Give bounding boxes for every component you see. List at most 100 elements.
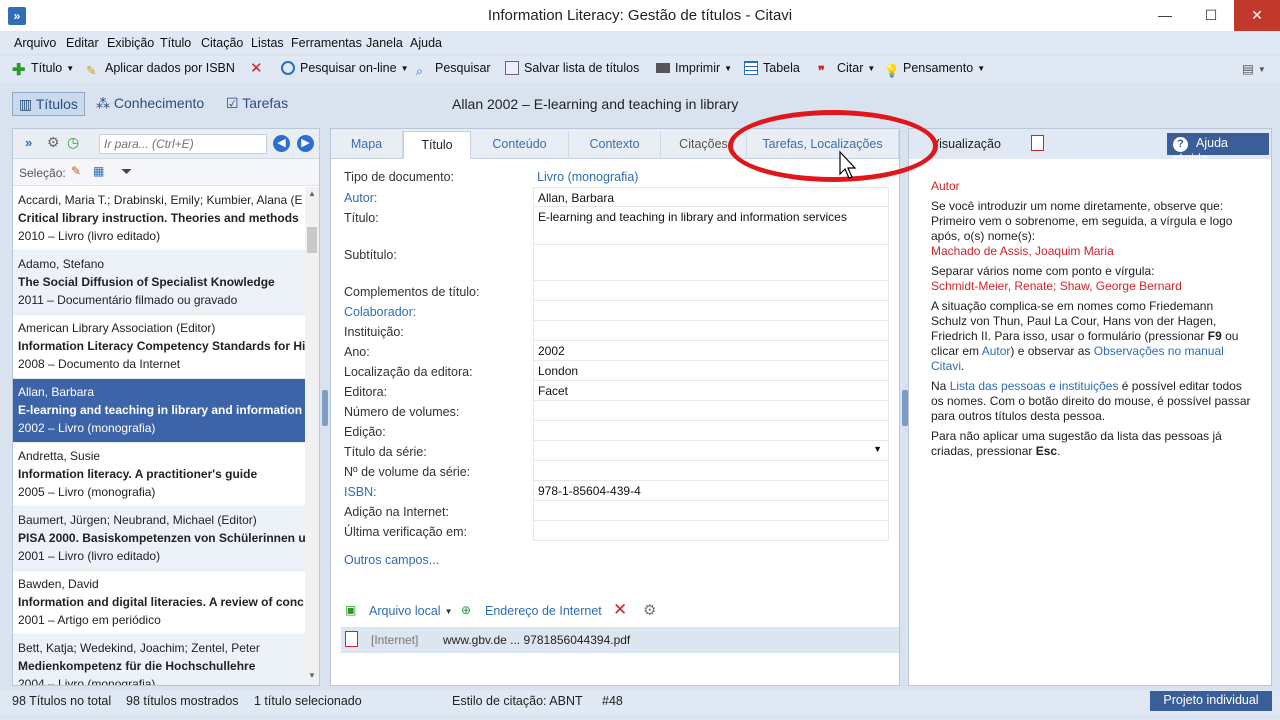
tab-contexto[interactable]: Contexto [569,131,661,159]
menu-janela[interactable]: Janela [366,36,403,50]
list-item[interactable]: Bett, Katja; Wedekind, Joachim; Zentel, … [13,635,305,685]
tab-conteudo[interactable]: Conteúdo [471,131,569,159]
status-shown: 98 títulos mostrados [126,694,239,708]
attachment-settings-icon[interactable]: ⚙ [643,601,656,619]
menu-listas[interactable]: Listas [251,36,284,50]
title-field[interactable]: E-learning and teaching in library and i… [533,207,889,245]
tab-titulo[interactable]: Título [403,131,471,159]
layout-icon[interactable]: ▤ ▼ [1242,61,1266,76]
current-reference-title: Allan 2002 – E-learning and teaching in … [452,96,739,112]
checklist-icon: ☑ [226,95,243,111]
tab-mapa[interactable]: Mapa [331,131,403,159]
list-scrollbar[interactable]: ▲ ▼ [305,187,319,685]
menu-citacao[interactable]: Citação [201,36,243,50]
scrollbar-thumb[interactable] [307,227,317,253]
list-item[interactable]: Accardi, Maria T.; Drabinski, Emily; Kum… [13,187,305,251]
author-label[interactable]: Autor: [344,191,377,205]
internet-added-field[interactable] [533,501,889,521]
last-checked-field[interactable] [533,521,889,541]
dropdown-arrow-icon[interactable]: ▼ [873,444,882,454]
persons-list-link[interactable]: Lista das pessoas e instituições [950,379,1119,393]
search-button[interactable]: ⌕ Pesquisar [416,61,491,78]
back-arrow-icon[interactable]: ◀ [273,135,290,152]
more-fields-link[interactable]: Outros campos... [344,553,439,567]
cite-button[interactable]: ❞ Citar ▼ [818,61,875,78]
remove-attachment-icon[interactable]: ✕ [613,600,627,620]
menu-exibicao[interactable]: Exibição [107,36,154,50]
list-item[interactable]: Adamo, Stefano The Social Diffusion of Sp… [13,251,305,315]
maximize-button[interactable]: ☐ [1188,0,1234,31]
volumes-label: Número de volumes: [344,405,460,419]
internet-address-button[interactable]: Endereço de Internet [485,604,602,618]
collaborator-label[interactable]: Colaborador: [344,305,416,319]
mode-tarefas-button[interactable]: ☑ Tarefas [220,92,294,116]
pdf-preview-icon[interactable] [1031,135,1044,151]
menu-titulo[interactable]: Título [160,36,191,50]
gear-icon[interactable]: ⚙ [47,134,60,151]
expand-icon[interactable]: » [25,135,32,150]
menu-ajuda[interactable]: Ajuda [410,36,442,50]
history-icon[interactable]: ◷ [67,134,79,151]
place-field[interactable]: London [533,361,889,381]
isbn-label[interactable]: ISBN: [344,485,377,499]
menu-ferramentas[interactable]: Ferramentas [291,36,362,50]
filter-icon[interactable]: ⏷ [121,163,132,180]
close-button[interactable]: ✕ [1234,0,1280,31]
mode-conhecimento-button[interactable]: ⁂ Conhecimento [90,92,210,116]
doc-type-link[interactable]: Livro (monografia) [537,170,638,184]
isbn-field[interactable]: 978-1-85604-439-4 [533,481,889,501]
quick-help-button[interactable]: ? Ajuda rápida [1167,133,1269,166]
selection-row: Seleção: ✎ ▦ ⏷ [13,159,319,186]
list-item[interactable]: Andretta, Susie Information literacy. A p… [13,443,305,507]
author-help-link[interactable]: Autor [982,344,1011,358]
list-item-selected[interactable]: Allan, Barbara E-learning and teaching in… [13,379,305,443]
project-type-button[interactable]: Projeto individual [1150,691,1272,711]
add-file-icon[interactable]: ▣ [345,603,356,617]
forward-arrow-icon[interactable]: ▶ [297,135,314,152]
search-online-button[interactable]: Pesquisar on-line ▼ [281,61,409,75]
list-item[interactable]: Bawden, David Information and digital lit… [13,571,305,635]
menu-editar[interactable]: Editar [66,36,99,50]
menu-arquivo[interactable]: Arquivo [14,36,56,50]
table-button[interactable]: Tabela [744,61,800,75]
save-list-button[interactable]: Salvar lista de títulos [505,61,639,75]
scroll-up-icon[interactable]: ▲ [308,189,316,198]
series-volume-field[interactable] [533,461,889,481]
edition-field[interactable] [533,421,889,441]
title-list-panel: » ⚙ ◷ ◀ ▶ Seleção: ✎ ▦ ⏷ Accardi, Maria … [12,128,320,686]
minimize-button[interactable]: — [1142,0,1188,31]
collaborator-field[interactable] [533,301,889,321]
attachment-row[interactable]: [Internet] www.gbv.de ... 9781856044394.… [341,627,899,653]
editor-panel: Mapa Título Conteúdo Contexto Citações T… [330,128,900,686]
institution-field[interactable] [533,321,889,341]
local-file-button[interactable]: Arquivo local ▼ [369,604,453,618]
new-title-button[interactable]: ✚ Título ▼ [12,61,74,79]
year-field[interactable]: 2002 [533,341,889,361]
print-button[interactable]: Imprimir ▼ [656,61,732,75]
volumes-field[interactable] [533,401,889,421]
scroll-down-icon[interactable]: ▼ [308,671,316,680]
add-url-icon[interactable]: ⊕ [461,603,471,617]
list-item[interactable]: American Library Association (Editor) Inf… [13,315,305,379]
go-to-input[interactable] [99,134,267,154]
attachment-file[interactable]: www.gbv.de ... 9781856044394.pdf [443,633,630,647]
apply-isbn-button[interactable]: ✎ Aplicar dados por ISBN [86,61,235,78]
network-icon: ⁂ [96,95,114,111]
subtitle-field[interactable] [533,245,889,281]
save-list-icon [505,61,519,75]
thought-button[interactable]: 💡 Pensamento ▼ [884,61,985,78]
selection-tools-icon[interactable]: ✎ [71,164,81,178]
help-paragraph: A situação complica-se em nomes como Fri… [931,299,1239,373]
author-field[interactable]: Allan, Barbara [533,187,889,207]
publisher-field[interactable]: Facet [533,381,889,401]
title-supplement-field[interactable] [533,281,889,301]
series-select[interactable]: ▼ [533,441,889,461]
list-item[interactable]: Baumert, Jürgen; Neubrand, Michael (Edit… [13,507,305,571]
magic-wand-icon: ✎ [86,64,97,78]
preview-label[interactable]: Visualização [931,137,1001,151]
left-collapse-handle[interactable] [322,390,328,426]
mode-titulos-button[interactable]: ▥ Títulos [12,92,85,116]
selection-list-icon[interactable]: ▦ [93,164,104,178]
delete-icon[interactable]: ✕ [250,59,263,77]
status-citation-style[interactable]: Estilo de citação: ABNT [452,694,583,708]
